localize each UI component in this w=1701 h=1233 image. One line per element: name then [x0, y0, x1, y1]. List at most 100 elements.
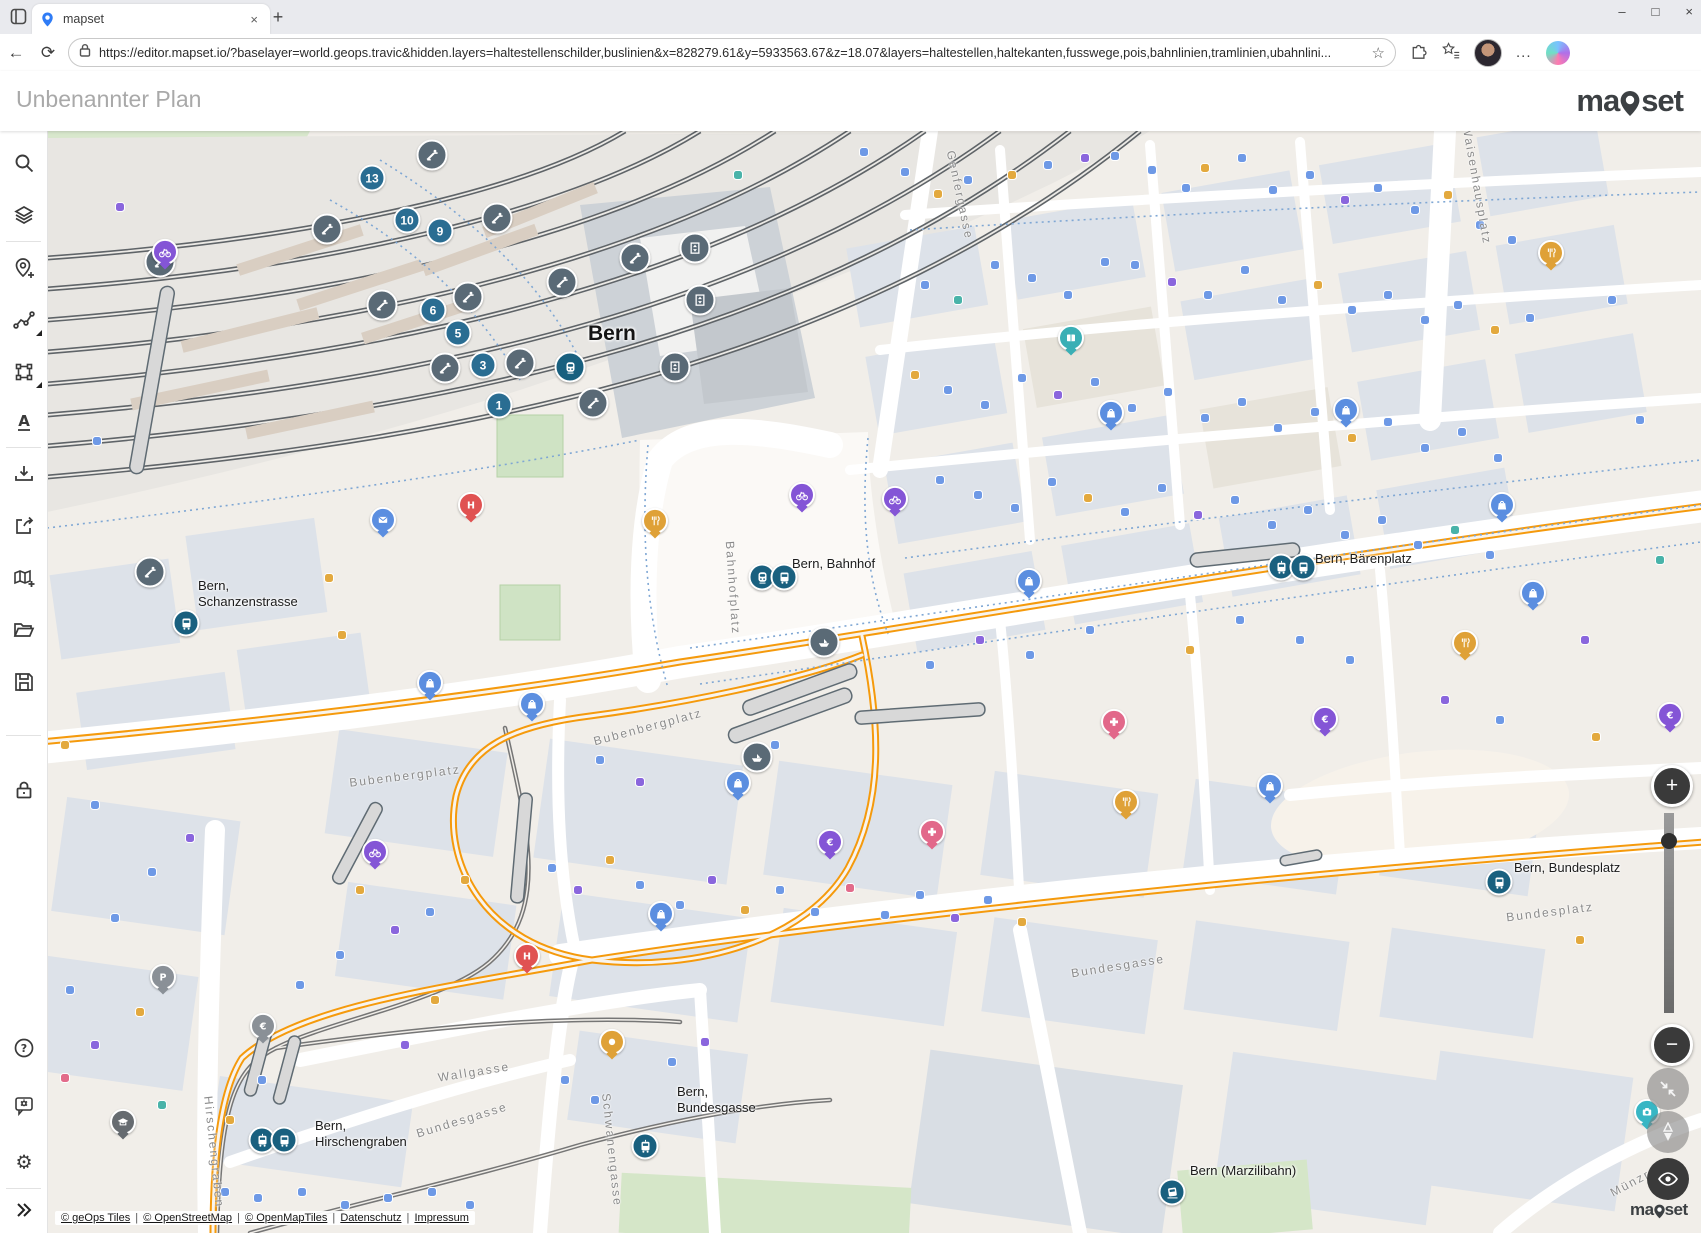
- poi-pin-bag[interactable]: [725, 770, 751, 796]
- address-bar[interactable]: https://editor.mapset.io/?baselayer=worl…: [68, 38, 1396, 67]
- attribution-link[interactable]: © OpenMapTiles: [245, 1212, 327, 1224]
- stop-label[interactable]: Bern,Bundesgasse: [677, 1084, 756, 1116]
- window-close-button[interactable]: ×: [1685, 4, 1693, 19]
- poi-pin-bike[interactable]: [882, 486, 908, 512]
- poi-dot: [1306, 171, 1314, 179]
- attribution-link[interactable]: Datenschutz: [340, 1212, 401, 1224]
- poi-pin-bike[interactable]: [152, 239, 178, 265]
- poi-dot: [1608, 296, 1616, 304]
- poi-dot: [1121, 508, 1129, 516]
- browser-menu-icon[interactable]: ...: [1516, 44, 1532, 61]
- poi-pin-school[interactable]: [110, 1109, 136, 1135]
- poi-pin-euro[interactable]: €: [1312, 706, 1338, 732]
- poi-pin-bag[interactable]: [648, 901, 674, 927]
- poi-pin-bag[interactable]: [1016, 568, 1042, 594]
- poi-pin-h[interactable]: H: [458, 492, 484, 518]
- stop-label[interactable]: Bern (Marzilibahn): [1190, 1163, 1296, 1179]
- tool-save[interactable]: [0, 662, 47, 702]
- plan-title-input[interactable]: [14, 85, 518, 114]
- poi-pin-h[interactable]: H: [514, 943, 540, 969]
- stop-icon-tram[interactable]: [632, 1133, 659, 1160]
- tool-feedback[interactable]: [0, 1085, 47, 1125]
- stop-label[interactable]: Bern,Hirschengraben: [315, 1118, 407, 1150]
- exit-fullscreen-button[interactable]: [1647, 1068, 1689, 1110]
- tab-close-icon[interactable]: ×: [246, 12, 262, 27]
- stop-label[interactable]: Bern, Bärenplatz: [1315, 551, 1412, 567]
- poi-pin-bag[interactable]: [1520, 580, 1546, 606]
- poi-dot: [1491, 326, 1499, 334]
- reload-button[interactable]: ⟳: [32, 43, 64, 63]
- poi-pin-p[interactable]: P: [150, 964, 176, 990]
- copilot-icon[interactable]: [1546, 41, 1570, 65]
- stop-icon-bus[interactable]: [271, 1127, 298, 1154]
- attribution-link[interactable]: © OpenStreetMap: [143, 1212, 232, 1224]
- tab-workspaces-icon[interactable]: [10, 8, 27, 30]
- poi-pin-euro[interactable]: €: [817, 829, 843, 855]
- poi-pin-bag[interactable]: [417, 670, 443, 696]
- tool-expand[interactable]: [0, 1190, 47, 1230]
- poi-pin-mail[interactable]: [370, 507, 396, 533]
- collections-icon[interactable]: [1442, 41, 1460, 64]
- poi-pin-euro[interactable]: €: [250, 1013, 276, 1039]
- poi-pin-bag[interactable]: [1333, 397, 1359, 423]
- stop-label[interactable]: Bern,Schanzenstrasse: [198, 578, 298, 610]
- attribution-link[interactable]: Impressum: [414, 1212, 468, 1224]
- tool-settings[interactable]: ⚙: [0, 1142, 47, 1182]
- poi-pin-fork[interactable]: [1452, 630, 1478, 656]
- poi-pin-fork[interactable]: [1113, 789, 1139, 815]
- map-canvas[interactable]: GenfergasseWaisenhausplatzBahnhofplatzBu…: [47, 131, 1701, 1233]
- station-esc-icon: [620, 243, 651, 274]
- zoom-out-button[interactable]: −: [1651, 1024, 1693, 1066]
- poi-pin-bike[interactable]: [362, 839, 388, 865]
- stop-label[interactable]: Bern, Bundesplatz: [1514, 860, 1620, 876]
- tool-help[interactable]: ?: [0, 1028, 47, 1068]
- poi-pin-bag[interactable]: [1257, 773, 1283, 799]
- site-security-icon[interactable]: [79, 43, 91, 62]
- extensions-icon[interactable]: [1410, 41, 1428, 64]
- window-minimize-button[interactable]: –: [1618, 4, 1625, 19]
- tool-search[interactable]: [0, 143, 47, 183]
- window-maximize-button[interactable]: □: [1652, 4, 1660, 19]
- profile-avatar[interactable]: [1474, 39, 1502, 67]
- poi-pin-bag[interactable]: [1098, 400, 1124, 426]
- stop-icon-funicular[interactable]: [1159, 1179, 1186, 1206]
- url-text[interactable]: https://editor.mapset.io/?baselayer=worl…: [99, 46, 1364, 60]
- poi-pin-cross[interactable]: [1101, 709, 1127, 735]
- stop-icon-bus[interactable]: [1290, 554, 1317, 581]
- tool-add-map[interactable]: [0, 558, 47, 598]
- poi-pin-bike[interactable]: [789, 482, 815, 508]
- poi-pin-bag[interactable]: [519, 691, 545, 717]
- stop-icon-bus[interactable]: [173, 610, 200, 637]
- new-tab-button[interactable]: +: [266, 7, 290, 28]
- poi-pin-cross[interactable]: [919, 819, 945, 845]
- stop-icon-bus[interactable]: [1486, 869, 1513, 896]
- poi-pin-fork[interactable]: [642, 508, 668, 534]
- toggle-visibility-button[interactable]: [1647, 1158, 1689, 1200]
- tool-select-shape[interactable]: [0, 352, 47, 392]
- compass-control[interactable]: [1647, 1111, 1689, 1153]
- stop-label[interactable]: Bern, Bahnhof: [792, 556, 875, 572]
- tool-open-folder[interactable]: [0, 610, 47, 650]
- tool-text[interactable]: A: [0, 402, 47, 442]
- poi-pin-euro[interactable]: €: [1657, 702, 1683, 728]
- favorite-star-icon[interactable]: ☆: [1372, 44, 1385, 62]
- poi-pin-book[interactable]: [1058, 325, 1084, 351]
- poi-pin-bag[interactable]: [1489, 492, 1515, 518]
- tool-share[interactable]: [0, 506, 47, 546]
- poi-dot: [976, 636, 984, 644]
- poi-pin-dot[interactable]: [599, 1029, 625, 1055]
- tool-lock[interactable]: [0, 770, 47, 810]
- zoom-in-button[interactable]: +: [1651, 765, 1693, 807]
- poi-dot: [991, 261, 999, 269]
- zoom-slider-handle[interactable]: [1661, 833, 1677, 849]
- back-button[interactable]: ←: [0, 43, 32, 63]
- svg-text:€: €: [826, 837, 834, 848]
- attribution-link[interactable]: © geOps Tiles: [61, 1212, 130, 1224]
- tool-add-point[interactable]: [0, 248, 47, 288]
- tool-draw-line[interactable]: [0, 300, 47, 340]
- stop-icon-train[interactable]: [555, 352, 586, 383]
- poi-pin-fork[interactable]: [1538, 240, 1564, 266]
- browser-tab[interactable]: mapset ×: [32, 4, 270, 34]
- tool-download[interactable]: [0, 454, 47, 494]
- tool-layers[interactable]: [0, 195, 47, 235]
